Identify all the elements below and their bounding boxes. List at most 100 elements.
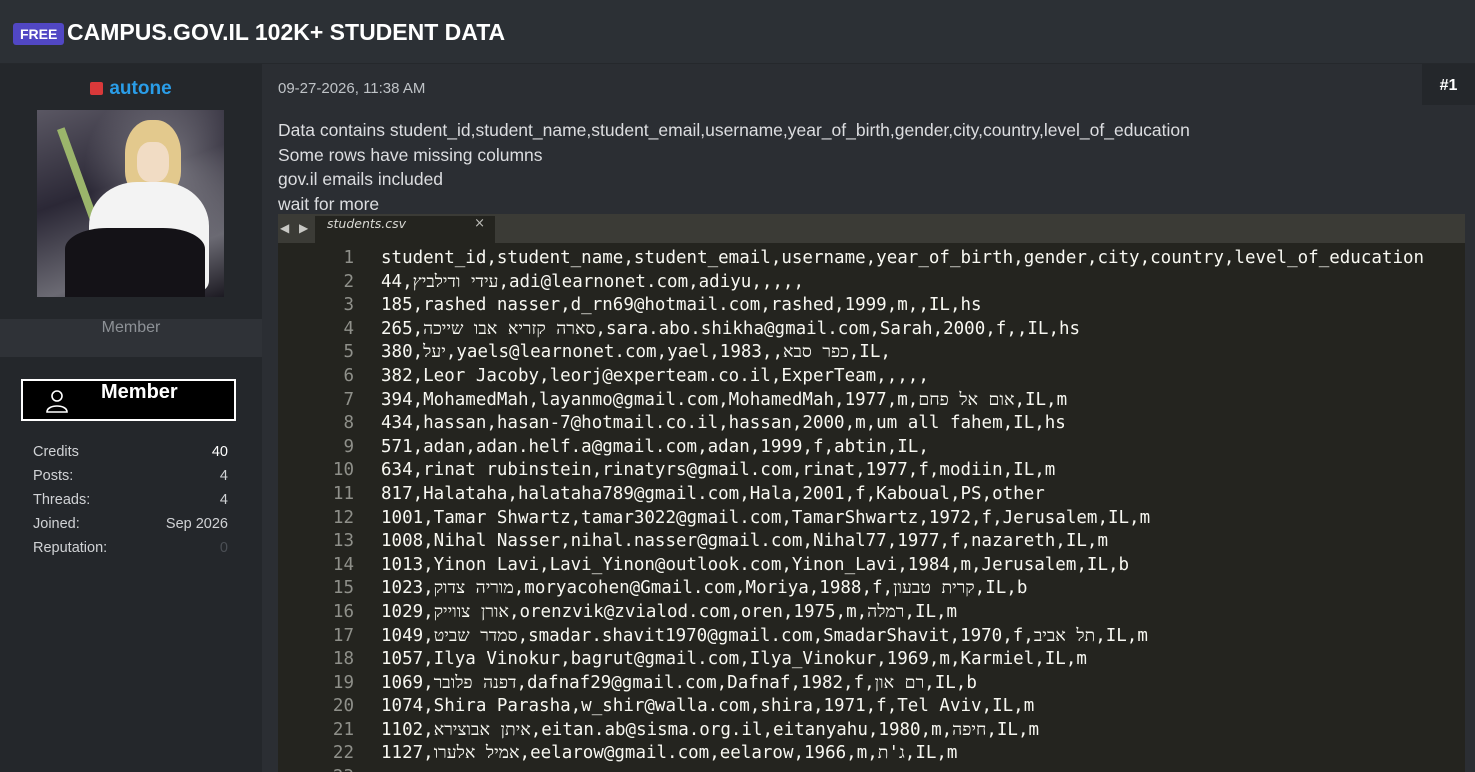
line-text: 1074,Shira Parasha,w_shir@walla.com,shir…	[381, 696, 1035, 717]
post-message: Data contains student_id,student_name,st…	[278, 118, 1438, 216]
code-line: 14 1013,Yinon Lavi,Lavi_Yinon@outlook.com…	[278, 554, 1465, 578]
author-role: Member	[0, 319, 262, 357]
code-line: 23	[278, 766, 1465, 772]
line-text: 394,MohamedMah,layanmo@gmail.com,Mohamed…	[381, 389, 1068, 410]
line-text: student_id,student_name,student_email,us…	[381, 248, 1425, 268]
code-line: 5 380,יעל,yaels@learnonet.com,yael,1983,,…	[278, 341, 1465, 365]
author-name-line: autone	[0, 78, 262, 102]
code-line: 9 571,adan,adan.helf.a@gmail.com,adan,199…	[278, 436, 1465, 460]
forum-thread-page: FREE CAMPUS.GOV.IL 102K+ STUDENT DATA au…	[0, 0, 1475, 772]
line-number: 8	[343, 413, 354, 434]
code-line: 18 1057,Ilya Vinokur,bagrut@gmail.com,Ily…	[278, 648, 1465, 672]
stat-value[interactable]: 0	[220, 540, 228, 564]
line-number: 23	[278, 766, 354, 772]
line-text: 634,rinat rubinstein,rinatyrs@gmail.com,…	[381, 460, 1056, 481]
code-line: 2 44,עידי ודילביץ,adi@learnonet.com,adiyu…	[278, 271, 1465, 295]
author-username-link[interactable]: autone	[109, 78, 171, 99]
author-stats: Credits 40 Posts: 4 Threads: 4 Joined: S…	[33, 444, 228, 564]
line-text: 817,Halataha,halataha789@gmail.com,Hala,…	[381, 483, 1045, 504]
line-text: 1013,Yinon Lavi,Lavi_Yinon@outlook.com,Y…	[381, 554, 1130, 575]
stat-threads: Threads: 4	[33, 492, 228, 516]
code-line: 22 1127,אמיל אלערו,eelarow@gmail.com,eela…	[278, 742, 1465, 766]
post-number-link[interactable]: #1	[1422, 64, 1475, 105]
line-number: 16	[332, 601, 354, 622]
line-number: 4	[343, 318, 354, 339]
line-number: 18	[332, 649, 354, 670]
member-badge-label: Member	[101, 381, 178, 403]
code-line: 16 1029,אורן צווייק,orenzvik@zvialod.com,…	[278, 601, 1465, 625]
stat-label: Posts:	[33, 468, 74, 484]
author-avatar[interactable]	[37, 110, 224, 297]
stat-value: Sep 2026	[165, 516, 228, 532]
close-tab-icon[interactable]: ×	[474, 216, 485, 231]
line-text: 44,עידי ודילביץ,adi@learnonet.com,adiyu,…	[381, 271, 804, 292]
avatar-robe-shape	[65, 228, 205, 297]
message-line: wait for more	[278, 193, 380, 214]
message-line: Data contains student_id,student_name,st…	[278, 120, 1190, 140]
thread-title: CAMPUS.GOV.IL 102K+ STUDENT DATA	[67, 19, 506, 45]
code-line: 3 185,rashed nasser,d_rn69@hotmail.com,ra…	[278, 294, 1465, 318]
stat-credits: Credits 40	[33, 444, 228, 468]
user-icon	[46, 390, 68, 413]
code-line: 15 1023,מוריה צדוק,moryacohen@Gmail.com,M…	[278, 577, 1465, 601]
code-line: 1 student_id,student_name,student_email,u…	[278, 247, 1465, 271]
stat-joined: Joined: Sep 2026	[33, 516, 228, 540]
code-line: 19 1069,דפנה פלובר,dafnaf29@gmail.com,Daf…	[278, 672, 1465, 696]
line-number: 3	[343, 295, 354, 316]
code-line: 6 382,Leor Jacoby,leorj@experteam.co.il,E…	[278, 365, 1465, 389]
offline-status-icon	[90, 82, 104, 95]
thread-header: FREE CAMPUS.GOV.IL 102K+ STUDENT DATA	[0, 0, 1475, 64]
line-number: 2	[343, 271, 354, 292]
stat-label: Threads:	[33, 492, 91, 508]
line-text: 1049,סמדר שביט,smadar.shavit1970@gmail.c…	[381, 625, 1148, 646]
line-number: 11	[332, 483, 354, 504]
line-text: 1069,דפנה פלובר,dafnaf29@gmail.com,Dafna…	[381, 672, 977, 693]
stat-value[interactable]: 4	[220, 468, 228, 492]
message-line: Some rows have missing columns	[278, 144, 543, 165]
line-number: 22	[332, 743, 354, 764]
line-text: 434,hassan,hasan-7@hotmail.co.il,hassan,…	[381, 413, 1066, 434]
line-number: 17	[332, 625, 354, 646]
stat-value: 40	[211, 444, 228, 460]
avatar-face-shape	[137, 142, 169, 182]
line-number: 1	[343, 248, 354, 268]
stat-value[interactable]: 4	[220, 492, 228, 516]
code-tab-bar: ◀ ▶ students.csv ×	[278, 214, 1465, 243]
line-number: 9	[343, 436, 354, 457]
line-number: 12	[332, 507, 354, 528]
message-line: gov.il emails included	[278, 169, 444, 189]
stat-label: Reputation:	[33, 540, 108, 556]
line-text: 265,סארה קזריא אבו שייכה,sara.abo.shikha…	[381, 318, 1081, 339]
line-text: 185,rashed nasser,d_rn69@hotmail.com,ras…	[381, 295, 982, 316]
line-text: 1102,איתן אבוצירא,eitan.ab@sisma.org.il,…	[381, 719, 1040, 740]
line-text	[354, 766, 381, 772]
post-date: 09-27-2026, 11:38 AM	[278, 80, 426, 97]
code-line: 10 634,rinat rubinstein,rinatyrs@gmail.co…	[278, 459, 1465, 483]
stat-label: Credits	[33, 444, 79, 460]
line-text: 1023,מוריה צדוק,moryacohen@Gmail.com,Mor…	[381, 578, 1028, 599]
line-number: 6	[343, 365, 354, 386]
code-viewer[interactable]: ◀ ▶ students.csv × 1 student_id,student_n…	[278, 214, 1465, 772]
stat-label: Joined:	[33, 516, 80, 532]
free-prefix-badge[interactable]: FREE	[13, 23, 65, 45]
member-usergroup-badge: Member	[21, 379, 236, 421]
line-text: 571,adan,adan.helf.a@gmail.com,adan,1999…	[381, 436, 929, 457]
line-number: 14	[332, 554, 354, 575]
code-line: 17 1049,סמדר שביט,smadar.shavit1970@gmail…	[278, 625, 1465, 649]
stat-posts: Posts: 4	[33, 468, 228, 492]
line-number: 19	[332, 672, 354, 693]
line-text: 1057,Ilya Vinokur,bagrut@gmail.com,Ilya_…	[381, 649, 1087, 670]
line-number: 21	[332, 719, 354, 740]
line-text: 1008,Nihal Nasser,nihal.nasser@gmail.com…	[381, 531, 1108, 552]
code-line: 11 817,Halataha,halataha789@gmail.com,Hal…	[278, 483, 1465, 507]
stat-reputation: Reputation: 0	[33, 540, 228, 564]
line-number: 10	[332, 460, 354, 481]
line-text: 1127,אמיל אלערו,eelarow@gmail.com,eelaro…	[381, 743, 958, 764]
tab-nav-arrows-icon[interactable]: ◀ ▶	[280, 214, 316, 243]
line-text: 380,יעל,yaels@learnonet.com,yael,1983,,כ…	[381, 342, 891, 363]
tab-students-csv[interactable]: students.csv ×	[315, 216, 495, 243]
code-line: 13 1008,Nihal Nasser,nihal.nasser@gmail.c…	[278, 530, 1465, 554]
code-content: 1 student_id,student_name,student_email,u…	[278, 247, 1465, 772]
line-text: 1001,Tamar Shwartz,tamar3022@gmail.com,T…	[381, 507, 1151, 528]
line-number: 7	[343, 389, 354, 410]
